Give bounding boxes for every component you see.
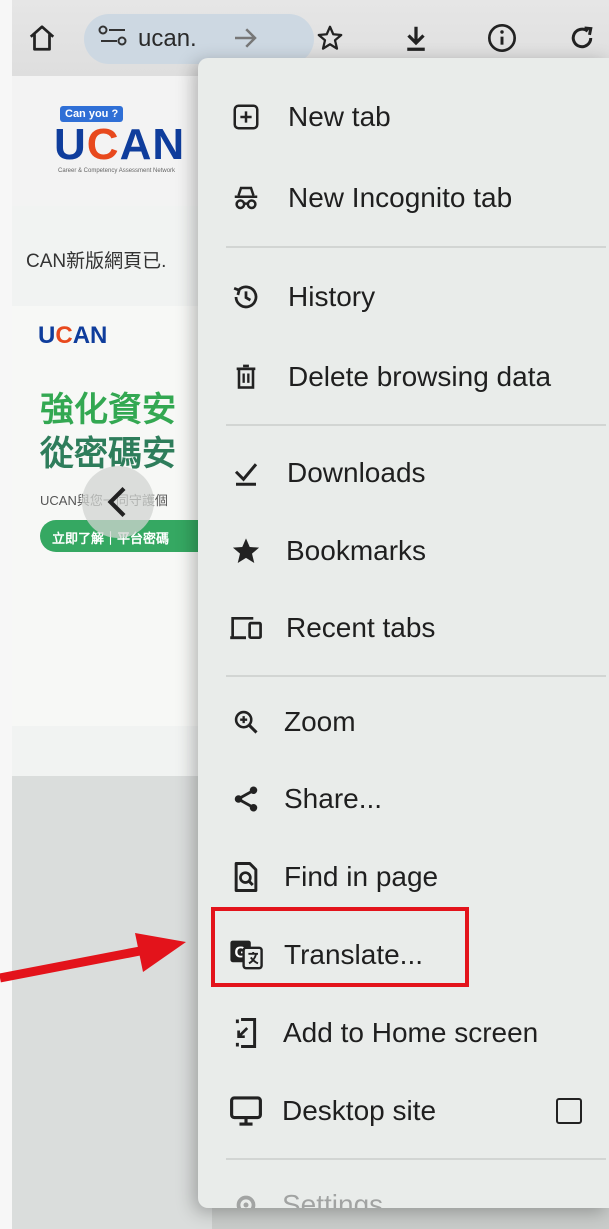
site-logo[interactable]: UCAN xyxy=(54,120,185,170)
browser-overflow-menu: New tab New Incognito tab History Delete… xyxy=(198,58,609,1208)
banner-logo: UCAN xyxy=(38,322,108,349)
menu-divider xyxy=(226,675,606,677)
carousel-prev-button[interactable] xyxy=(82,466,154,538)
new-tab-icon xyxy=(228,99,264,135)
reload-icon[interactable] xyxy=(562,18,602,58)
menu-divider xyxy=(226,246,606,248)
menu-divider xyxy=(226,1158,606,1160)
banner-title: 強化資安 從密碼安 xyxy=(40,391,176,473)
download-icon[interactable] xyxy=(396,18,436,58)
share-icon xyxy=(228,781,264,817)
address-bar[interactable]: ucan. xyxy=(84,14,314,64)
desktop-site-checkbox[interactable] xyxy=(556,1098,582,1124)
logo-subtitle: Career & Competency Assessment Network xyxy=(58,168,176,174)
menu-item-desktop-site[interactable]: Desktop site xyxy=(198,1076,609,1146)
downloads-icon xyxy=(228,455,264,491)
menu-item-downloads[interactable]: Downloads xyxy=(198,438,609,508)
photo-edge xyxy=(0,0,12,1229)
find-icon xyxy=(228,859,264,895)
star-icon xyxy=(228,533,264,569)
menu-item-new-tab[interactable]: New tab xyxy=(198,82,609,152)
url-text[interactable]: ucan. xyxy=(138,25,197,53)
web-page-background: Can you ? UCAN Career & Competency Asses… xyxy=(12,76,212,1229)
bookmark-star-icon[interactable] xyxy=(310,18,350,58)
menu-item-add-to-home-screen[interactable]: Add to Home screen xyxy=(198,998,609,1068)
site-header: Can you ? UCAN Career & Competency Asses… xyxy=(12,76,212,206)
menu-item-history[interactable]: History xyxy=(198,262,609,332)
news-ticker[interactable]: CAN新版網頁已. xyxy=(26,246,166,273)
menu-item-delete-browsing-data[interactable]: Delete browsing data xyxy=(198,342,609,412)
zoom-icon xyxy=(228,704,264,740)
menu-item-find-in-page[interactable]: Find in page xyxy=(198,842,609,912)
site-settings-icon[interactable] xyxy=(98,25,128,54)
menu-item-bookmarks[interactable]: Bookmarks xyxy=(198,516,609,586)
forward-icon[interactable] xyxy=(225,18,265,58)
desktop-icon xyxy=(228,1093,264,1129)
history-icon xyxy=(228,279,264,315)
menu-item-new-incognito-tab[interactable]: New Incognito tab xyxy=(198,163,609,233)
menu-divider xyxy=(226,424,606,426)
menu-item-settings[interactable]: Settings xyxy=(198,1170,609,1208)
menu-item-share[interactable]: Share... xyxy=(198,764,609,834)
chevron-left-icon xyxy=(107,487,126,517)
gear-icon xyxy=(228,1187,264,1208)
incognito-icon xyxy=(228,180,264,216)
red-arrow-annotation xyxy=(0,933,186,983)
menu-item-zoom[interactable]: Zoom xyxy=(198,687,609,757)
menu-item-recent-tabs[interactable]: Recent tabs xyxy=(198,593,609,663)
devices-icon xyxy=(228,610,264,646)
page-lower-section xyxy=(12,776,212,1229)
trash-icon xyxy=(228,359,264,395)
add-to-home-icon xyxy=(228,1015,264,1051)
info-icon[interactable] xyxy=(482,18,522,58)
translate-highlight-box xyxy=(211,907,469,987)
home-icon[interactable] xyxy=(22,18,62,58)
